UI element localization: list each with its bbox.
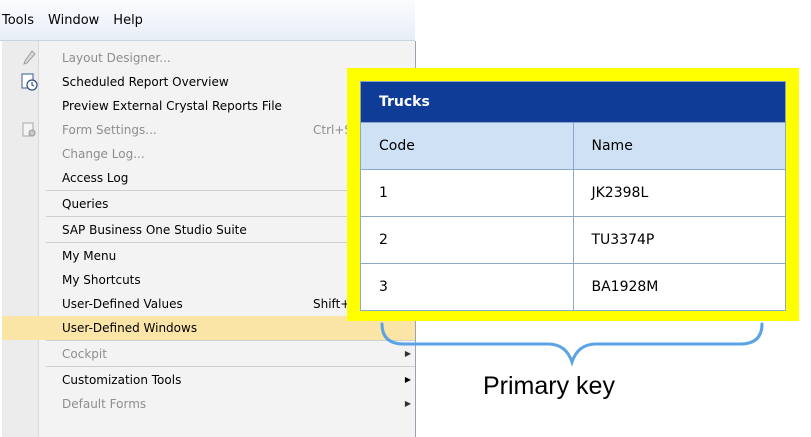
menu-help[interactable]: Help <box>106 13 150 28</box>
table-row: 1 JK2398L <box>360 169 786 217</box>
menu-item-label: Access Log <box>62 171 129 185</box>
menu-item-label: Form Settings... <box>62 123 157 137</box>
primary-key-label: Primary key <box>483 372 615 400</box>
trucks-table: Trucks Code Name 1 JK2398L 2 TU3374P 3 B… <box>360 81 786 311</box>
menu-item-default-forms[interactable]: Default Forms ▶ <box>2 392 415 416</box>
cell-code: 2 <box>360 216 574 264</box>
menu-item-label: My Menu <box>62 249 117 263</box>
callout-box: Trucks Code Name 1 JK2398L 2 TU3374P 3 B… <box>347 68 799 321</box>
cell-name: BA1928M <box>572 263 786 311</box>
menu-window[interactable]: Window <box>41 13 106 28</box>
submenu-arrow-icon: ▶ <box>404 375 411 384</box>
menu-item-customization-tools[interactable]: Customization Tools ▶ <box>2 368 415 392</box>
menu-item-cockpit[interactable]: Cockpit ▶ <box>2 342 415 366</box>
column-header-code: Code <box>360 122 574 170</box>
menu-item-label: User-Defined Windows <box>62 321 198 335</box>
menu-bar: Tools Window Help <box>0 0 415 41</box>
menu-item-label: Layout Designer... <box>62 51 171 65</box>
menu-item-label: Preview External Crystal Reports File <box>62 99 282 113</box>
menu-item-label: Cockpit <box>62 347 107 361</box>
curly-brace-icon <box>380 322 764 367</box>
table-row: 3 BA1928M <box>360 263 786 311</box>
cell-name: TU3374P <box>572 216 786 264</box>
report-schedule-icon <box>20 73 38 91</box>
cell-code: 1 <box>360 169 574 217</box>
menu-item-label: Queries <box>62 197 109 211</box>
table-title: Trucks <box>360 81 786 123</box>
cell-name: JK2398L <box>572 169 786 217</box>
menu-item-label: Change Log... <box>62 147 145 161</box>
table-header-row: Code Name <box>360 122 786 170</box>
menu-item-layout-designer[interactable]: Layout Designer... <box>2 46 415 70</box>
menu-item-shortcut: Shift+ <box>313 297 351 311</box>
menu-item-label: Default Forms <box>62 397 147 411</box>
menu-item-label: My Shortcuts <box>62 273 141 287</box>
menu-item-label: User-Defined Values <box>62 297 183 311</box>
table-row: 2 TU3374P <box>360 216 786 264</box>
cell-code: 3 <box>360 263 574 311</box>
menu-item-label: Customization Tools <box>62 373 182 387</box>
pencil-icon <box>20 49 38 67</box>
menu-item-label: SAP Business One Studio Suite <box>62 223 247 237</box>
menu-item-label: Scheduled Report Overview <box>62 75 229 89</box>
menu-tools[interactable]: Tools <box>0 13 41 28</box>
column-header-name: Name <box>572 122 786 170</box>
submenu-arrow-icon: ▶ <box>404 399 411 408</box>
form-settings-icon <box>20 121 38 139</box>
